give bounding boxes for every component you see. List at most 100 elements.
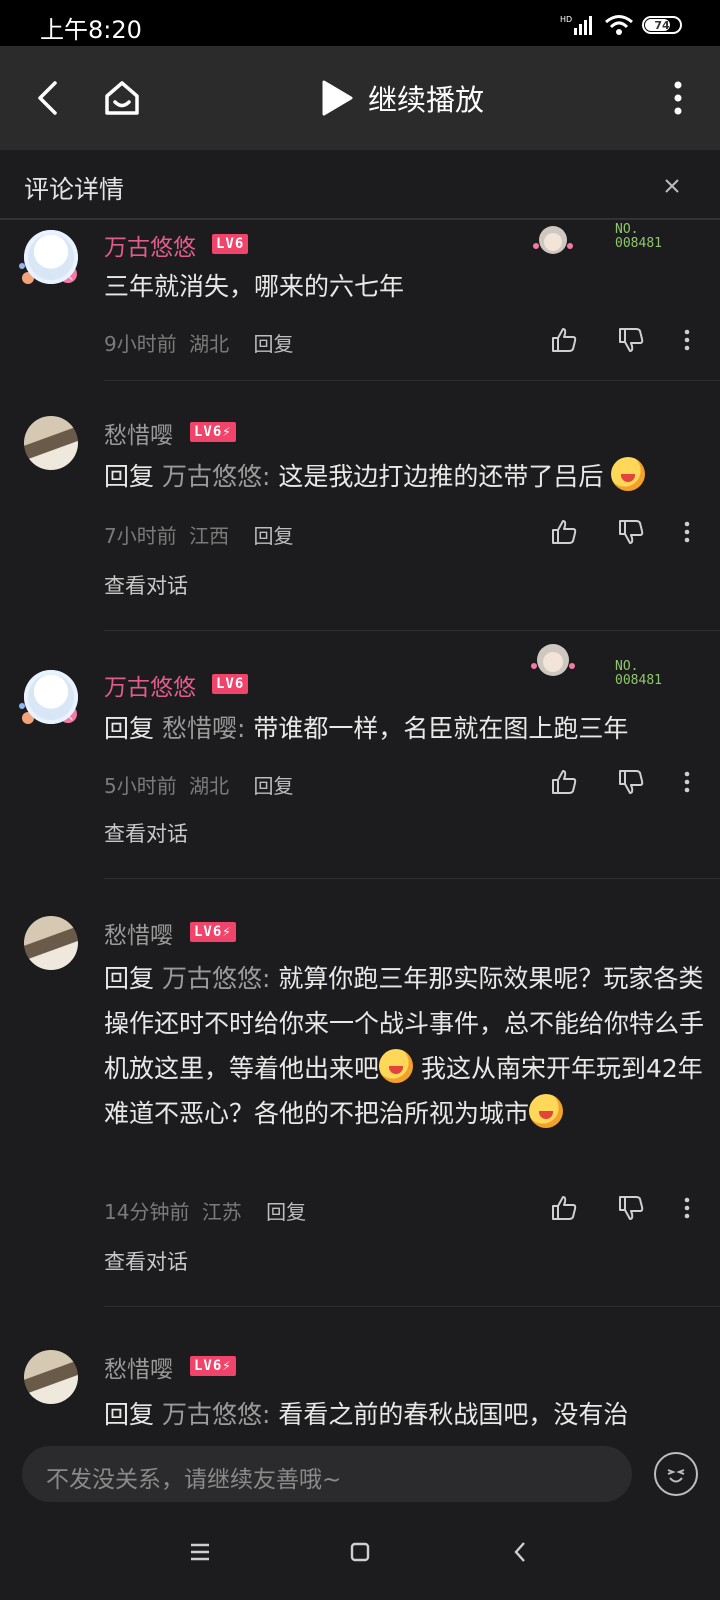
system-navigation xyxy=(0,1522,720,1582)
comment-text: 回复 万古悠悠: 就算你跑三年那实际效果呢？玩家各类操作还时不时给你来一个战斗事… xyxy=(104,964,705,1128)
level-badge: LV6 xyxy=(212,234,249,254)
comment-actions xyxy=(550,1190,690,1226)
quoted-user[interactable]: 万古悠悠: xyxy=(162,964,270,993)
like-icon[interactable] xyxy=(550,518,578,546)
level-badge: LV6⚡ xyxy=(190,422,236,442)
square-icon xyxy=(350,1542,370,1562)
quoted-user[interactable]: 万古悠悠: xyxy=(162,462,270,491)
reply-button[interactable]: 回复 xyxy=(253,524,293,548)
close-icon xyxy=(665,179,679,193)
username[interactable]: 愁惜嘤 xyxy=(104,916,173,950)
comment-item: 愁惜嘤 LV6⚡ 回复 万古悠悠: 这是我边打边推的还带了吕后 7小时前 江西 … xyxy=(0,412,720,662)
home-system-button[interactable] xyxy=(340,1532,380,1572)
chevron-left-icon xyxy=(514,1542,525,1562)
panel-title: 评论详情 xyxy=(24,175,125,204)
reply-button[interactable]: 回复 xyxy=(253,774,293,798)
comment-meta: 9小时前 湖北 回复 xyxy=(104,328,293,357)
username[interactable]: 愁惜嘤 xyxy=(104,1350,173,1384)
comment-input-placeholder: 不发没关系，请继续友善哦~ xyxy=(46,1467,342,1493)
emoji-icon xyxy=(379,1049,414,1083)
battery-icon: 74 xyxy=(642,16,682,34)
quoted-user[interactable]: 万古悠悠: xyxy=(162,1400,270,1429)
level-badge: LV6⚡ xyxy=(190,1356,236,1376)
divider xyxy=(104,380,720,381)
play-icon xyxy=(322,80,353,116)
quoted-user[interactable]: 愁惜嘤: xyxy=(162,714,245,743)
comment-item: 愁惜嘤 LV6⚡ 回复 万古悠悠: 看看之前的春秋战国吧，没有治 xyxy=(0,1348,720,1440)
menu-icon xyxy=(191,1543,209,1561)
fan-number: NO. 008481 xyxy=(615,222,662,251)
comment-time: 14分钟前 xyxy=(104,1200,190,1224)
comment-location: 湖北 xyxy=(189,332,230,356)
comment-item: 大 万古悠悠 LV6 NO. 008481 回复 愁惜嘤: 带谁都一样，名臣就在… xyxy=(0,634,720,894)
view-dialog-link[interactable]: 查看对话 xyxy=(104,818,188,848)
comment-location: 江苏 xyxy=(201,1200,242,1224)
avatar[interactable] xyxy=(24,1350,78,1404)
view-dialog-link[interactable]: 查看对话 xyxy=(104,570,188,600)
reply-button[interactable]: 回复 xyxy=(253,332,293,356)
username[interactable]: 愁惜嘤 xyxy=(104,416,173,450)
emoji-face-icon xyxy=(667,1469,685,1483)
comment-location: 湖北 xyxy=(189,774,230,798)
dislike-icon[interactable] xyxy=(617,326,645,354)
comment-time: 7小时前 xyxy=(104,524,177,548)
continue-play-button[interactable]: 继续播放 xyxy=(320,70,484,126)
svg-text:HD: HD xyxy=(560,15,572,24)
comment-text: 回复 万古悠悠: 这是我边打边推的还带了吕后 xyxy=(104,454,704,499)
level-badge: LV6⚡ xyxy=(190,922,236,942)
close-button[interactable] xyxy=(660,174,684,198)
comment-actions xyxy=(550,764,690,800)
divider xyxy=(104,630,720,631)
comment-input[interactable]: 不发没关系，请继续友善哦~ xyxy=(22,1446,632,1502)
avatar[interactable] xyxy=(24,230,78,284)
comment-item: 愁惜嘤 LV6⚡ 回复 万古悠悠: 就算你跑三年那实际效果呢？玩家各类操作还时不… xyxy=(0,912,720,1332)
comment-meta: 14分钟前 江苏 回复 xyxy=(104,1196,306,1225)
wifi-icon xyxy=(605,15,633,35)
home-icon xyxy=(105,81,139,115)
like-icon[interactable] xyxy=(550,1194,578,1222)
comment-time: 5小时前 xyxy=(104,774,177,798)
home-button[interactable] xyxy=(96,70,148,126)
level-badge: LV6 xyxy=(212,674,249,694)
avatar[interactable] xyxy=(24,916,78,970)
comment-meta: 5小时前 湖北 回复 xyxy=(104,770,293,799)
comment-location: 江西 xyxy=(189,524,230,548)
like-icon[interactable] xyxy=(550,768,578,796)
view-dialog-link[interactable]: 查看对话 xyxy=(104,1246,188,1276)
comment-more-icon[interactable] xyxy=(684,771,690,793)
like-icon[interactable] xyxy=(550,326,578,354)
reply-button[interactable]: 回复 xyxy=(266,1200,306,1224)
dislike-icon[interactable] xyxy=(617,1194,645,1222)
comment-text: 回复 万古悠悠: 看看之前的春秋战国吧，没有治 xyxy=(104,1400,629,1429)
back-arrow-icon xyxy=(38,81,57,115)
status-icons: HD 74 xyxy=(560,12,682,38)
comment-more-icon[interactable] xyxy=(684,521,690,543)
comment-text: 三年就消失，哪来的六七年 xyxy=(104,272,405,301)
comment-actions xyxy=(550,322,690,358)
more-options-button[interactable] xyxy=(660,72,696,124)
comment-time: 9小时前 xyxy=(104,332,177,356)
comment-actions xyxy=(550,514,690,550)
comment-detail-panel: 评论详情 大 万古悠悠 LV6 NO. 008481 三年就消失，哪来的六七年 … xyxy=(0,150,720,1440)
avatar[interactable] xyxy=(24,670,78,724)
comment-meta: 7小时前 江西 回复 xyxy=(104,520,293,549)
emoji-button[interactable] xyxy=(654,1452,698,1496)
more-vertical-icon xyxy=(674,81,682,115)
comment-more-icon[interactable] xyxy=(684,1197,690,1219)
username[interactable]: 万古悠悠 xyxy=(104,228,196,262)
avatar[interactable] xyxy=(24,416,78,470)
status-bar: 上午8:20 HD 74 xyxy=(0,0,720,46)
recent-apps-button[interactable] xyxy=(180,1532,220,1572)
back-button[interactable] xyxy=(22,72,74,124)
emoji-icon xyxy=(529,1094,564,1128)
dislike-icon[interactable] xyxy=(617,518,645,546)
username[interactable]: 万古悠悠 xyxy=(104,668,196,702)
continue-play-label: 继续播放 xyxy=(368,83,485,117)
comment-text: 回复 愁惜嘤: 带谁都一样，名臣就在图上跑三年 xyxy=(104,714,629,743)
dislike-icon[interactable] xyxy=(617,768,645,796)
system-back-button[interactable] xyxy=(500,1532,540,1572)
comment-input-area: 不发没关系，请继续友善哦~ xyxy=(0,1432,720,1600)
comment-more-icon[interactable] xyxy=(684,329,690,351)
top-nav: 继续播放 xyxy=(0,46,720,150)
divider xyxy=(104,1306,720,1307)
